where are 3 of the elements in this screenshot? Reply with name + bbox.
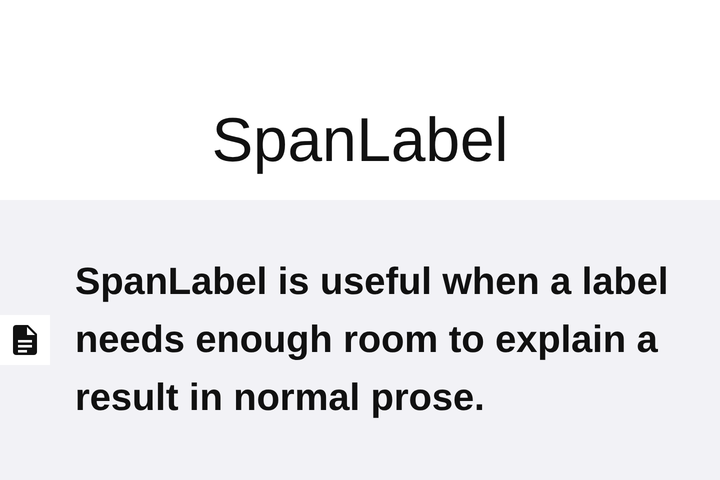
page-title: SpanLabel	[212, 110, 508, 172]
span-label: SpanLabel is useful when a label needs enough room to explain a result in normal prose.	[75, 260, 670, 421]
document-icon	[0, 315, 50, 365]
